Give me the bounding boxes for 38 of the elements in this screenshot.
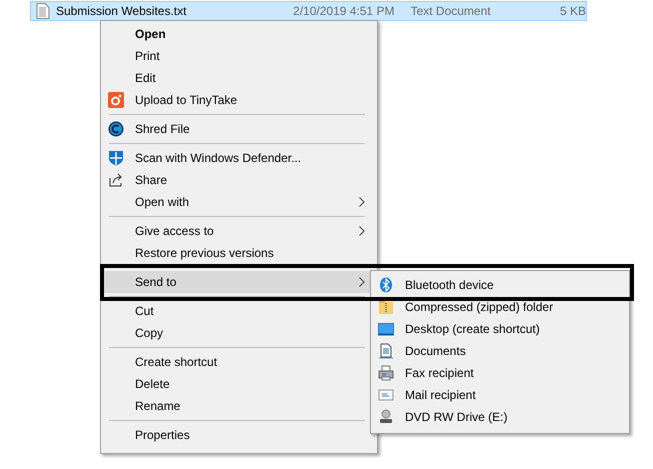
desktop-icon xyxy=(378,321,394,337)
menu-item[interactable]: Open with xyxy=(103,191,375,213)
menu-item[interactable]: Documents xyxy=(373,340,627,362)
menu-item[interactable]: Share xyxy=(103,169,375,191)
zip-folder-icon xyxy=(378,299,394,315)
document-icon xyxy=(378,343,394,359)
chevron-icon xyxy=(359,277,365,287)
menu-item[interactable]: Open xyxy=(103,23,375,45)
menu-item[interactable]: Bluetooth device xyxy=(373,274,627,296)
menu-item[interactable]: Print xyxy=(103,45,375,67)
menu-item[interactable]: Fax recipient xyxy=(373,362,627,384)
camera-icon xyxy=(108,92,124,108)
bluetooth-icon xyxy=(378,277,394,293)
menu-item[interactable]: Upload to TinyTake xyxy=(103,89,375,111)
disc-drive-icon xyxy=(378,409,394,425)
menu-item[interactable]: DVD RW Drive (E:) xyxy=(373,406,627,428)
menu-item[interactable]: Shred File xyxy=(103,118,375,140)
envelope-icon xyxy=(378,387,394,403)
file-size: 5 KB xyxy=(560,4,586,18)
file-type: Text Document xyxy=(410,4,492,18)
menu-item[interactable]: Properties xyxy=(103,424,375,446)
text-file-icon xyxy=(36,3,50,19)
menu-item[interactable]: Compressed (zipped) folder xyxy=(373,296,627,318)
share-icon xyxy=(108,172,124,188)
shred-icon xyxy=(108,121,124,137)
file-row[interactable]: Submission Websites.txt 2/10/2019 4:51 PM Text Document 5 KB xyxy=(30,1,587,21)
menu-item[interactable]: Scan with Windows Defender... xyxy=(103,147,375,169)
menu-item[interactable]: Edit xyxy=(103,67,375,89)
chevron-icon xyxy=(359,197,365,207)
menu-item[interactable]: Desktop (create shortcut) xyxy=(373,318,627,340)
file-date: 2/10/2019 4:51 PM xyxy=(293,4,396,18)
file-name: Submission Websites.txt xyxy=(56,4,188,18)
chevron-icon xyxy=(359,226,365,236)
menu-item[interactable]: Mail recipient xyxy=(373,384,627,406)
fax-icon xyxy=(378,365,394,381)
shield-icon xyxy=(108,150,124,166)
menu-item[interactable]: Give access to xyxy=(103,220,375,242)
menu-item[interactable]: Restore previous versions xyxy=(103,242,375,264)
